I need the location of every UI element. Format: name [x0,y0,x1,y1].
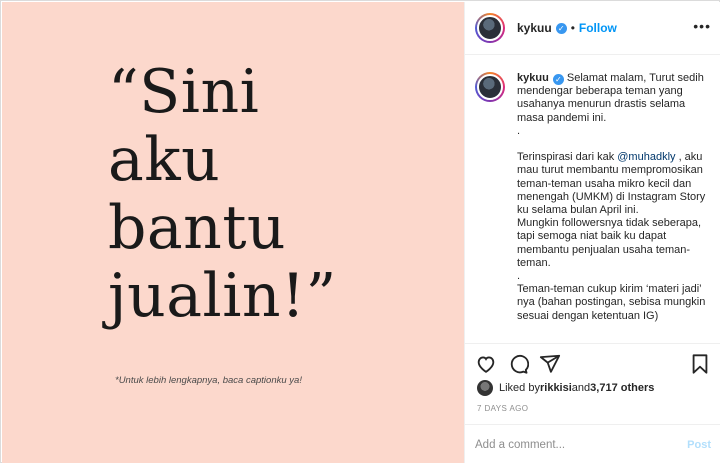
quote-line: “Sini [108,57,260,127]
image-footnote: *Untuk lebih lengkapnya, baca captionku … [115,375,302,386]
post-side-panel: kykuu ✓ • Follow ••• kykuu ✓ Selamat mala… [464,2,720,463]
post-header: kykuu ✓ • Follow ••• [465,2,720,55]
share-icon[interactable] [539,353,561,375]
post-actions: Liked by rikkisi and 3,717 others 7 DAYS… [465,343,720,463]
comment-icon[interactable] [507,353,529,375]
more-options-icon[interactable]: ••• [693,19,711,33]
post-modal: “Sini aku bantu jualin!” *Untuk lebih le… [0,0,720,463]
comments-area[interactable]: kykuu ✓ Selamat malam, Turut sedih menden… [465,56,720,343]
caption-paragraph: kykuu ✓ Selamat malam, Turut sedih menden… [517,72,707,323]
post-comment-button[interactable]: Post [687,439,711,451]
post-image[interactable]: “Sini aku bantu jualin!” *Untuk lebih le… [2,2,464,463]
caption-avatar[interactable] [475,72,505,102]
quote-line: jualin!” [108,261,337,331]
comment-input[interactable] [475,438,665,451]
likes-count[interactable]: 3,717 others [590,382,654,394]
mention-link[interactable]: @muhadkly [617,151,675,163]
heart-icon[interactable] [475,353,497,375]
separator-dot: • [570,21,575,35]
caption-text-part: , aku mau turut membantu mempromosikan t… [517,151,706,322]
likes-prefix: Liked by [499,382,540,394]
liker-username[interactable]: rikkisi [540,382,572,394]
profile-avatar[interactable] [475,13,505,43]
bookmark-icon[interactable] [689,353,711,375]
liker-avatar[interactable] [477,380,493,396]
header-username[interactable]: kykuu [517,21,552,35]
follow-button[interactable]: Follow [579,21,617,35]
caption-text-part: Selamat malam, Turut sedih mendengar beb… [517,72,704,164]
quote-text: “Sini aku bantu jualin!” [108,58,337,330]
caption-username[interactable]: kykuu [517,72,549,84]
action-icons-row [475,353,711,375]
quote-line: aku [108,125,221,195]
likes-summary: Liked by rikkisi and 3,717 others [477,380,654,396]
avatar-image [477,15,503,41]
quote-line: bantu [108,193,287,263]
post-timestamp[interactable]: 7 DAYS AGO [477,404,528,413]
verified-badge-icon: ✓ [552,74,564,85]
caption-comment: kykuu ✓ Selamat malam, Turut sedih menden… [475,72,711,323]
caption-body: kykuu ✓ Selamat malam, Turut sedih menden… [517,72,707,323]
avatar-image [477,74,503,100]
likes-middle: and [571,382,591,394]
add-comment-bar: Post [465,424,720,463]
verified-badge-icon: ✓ [555,22,567,34]
